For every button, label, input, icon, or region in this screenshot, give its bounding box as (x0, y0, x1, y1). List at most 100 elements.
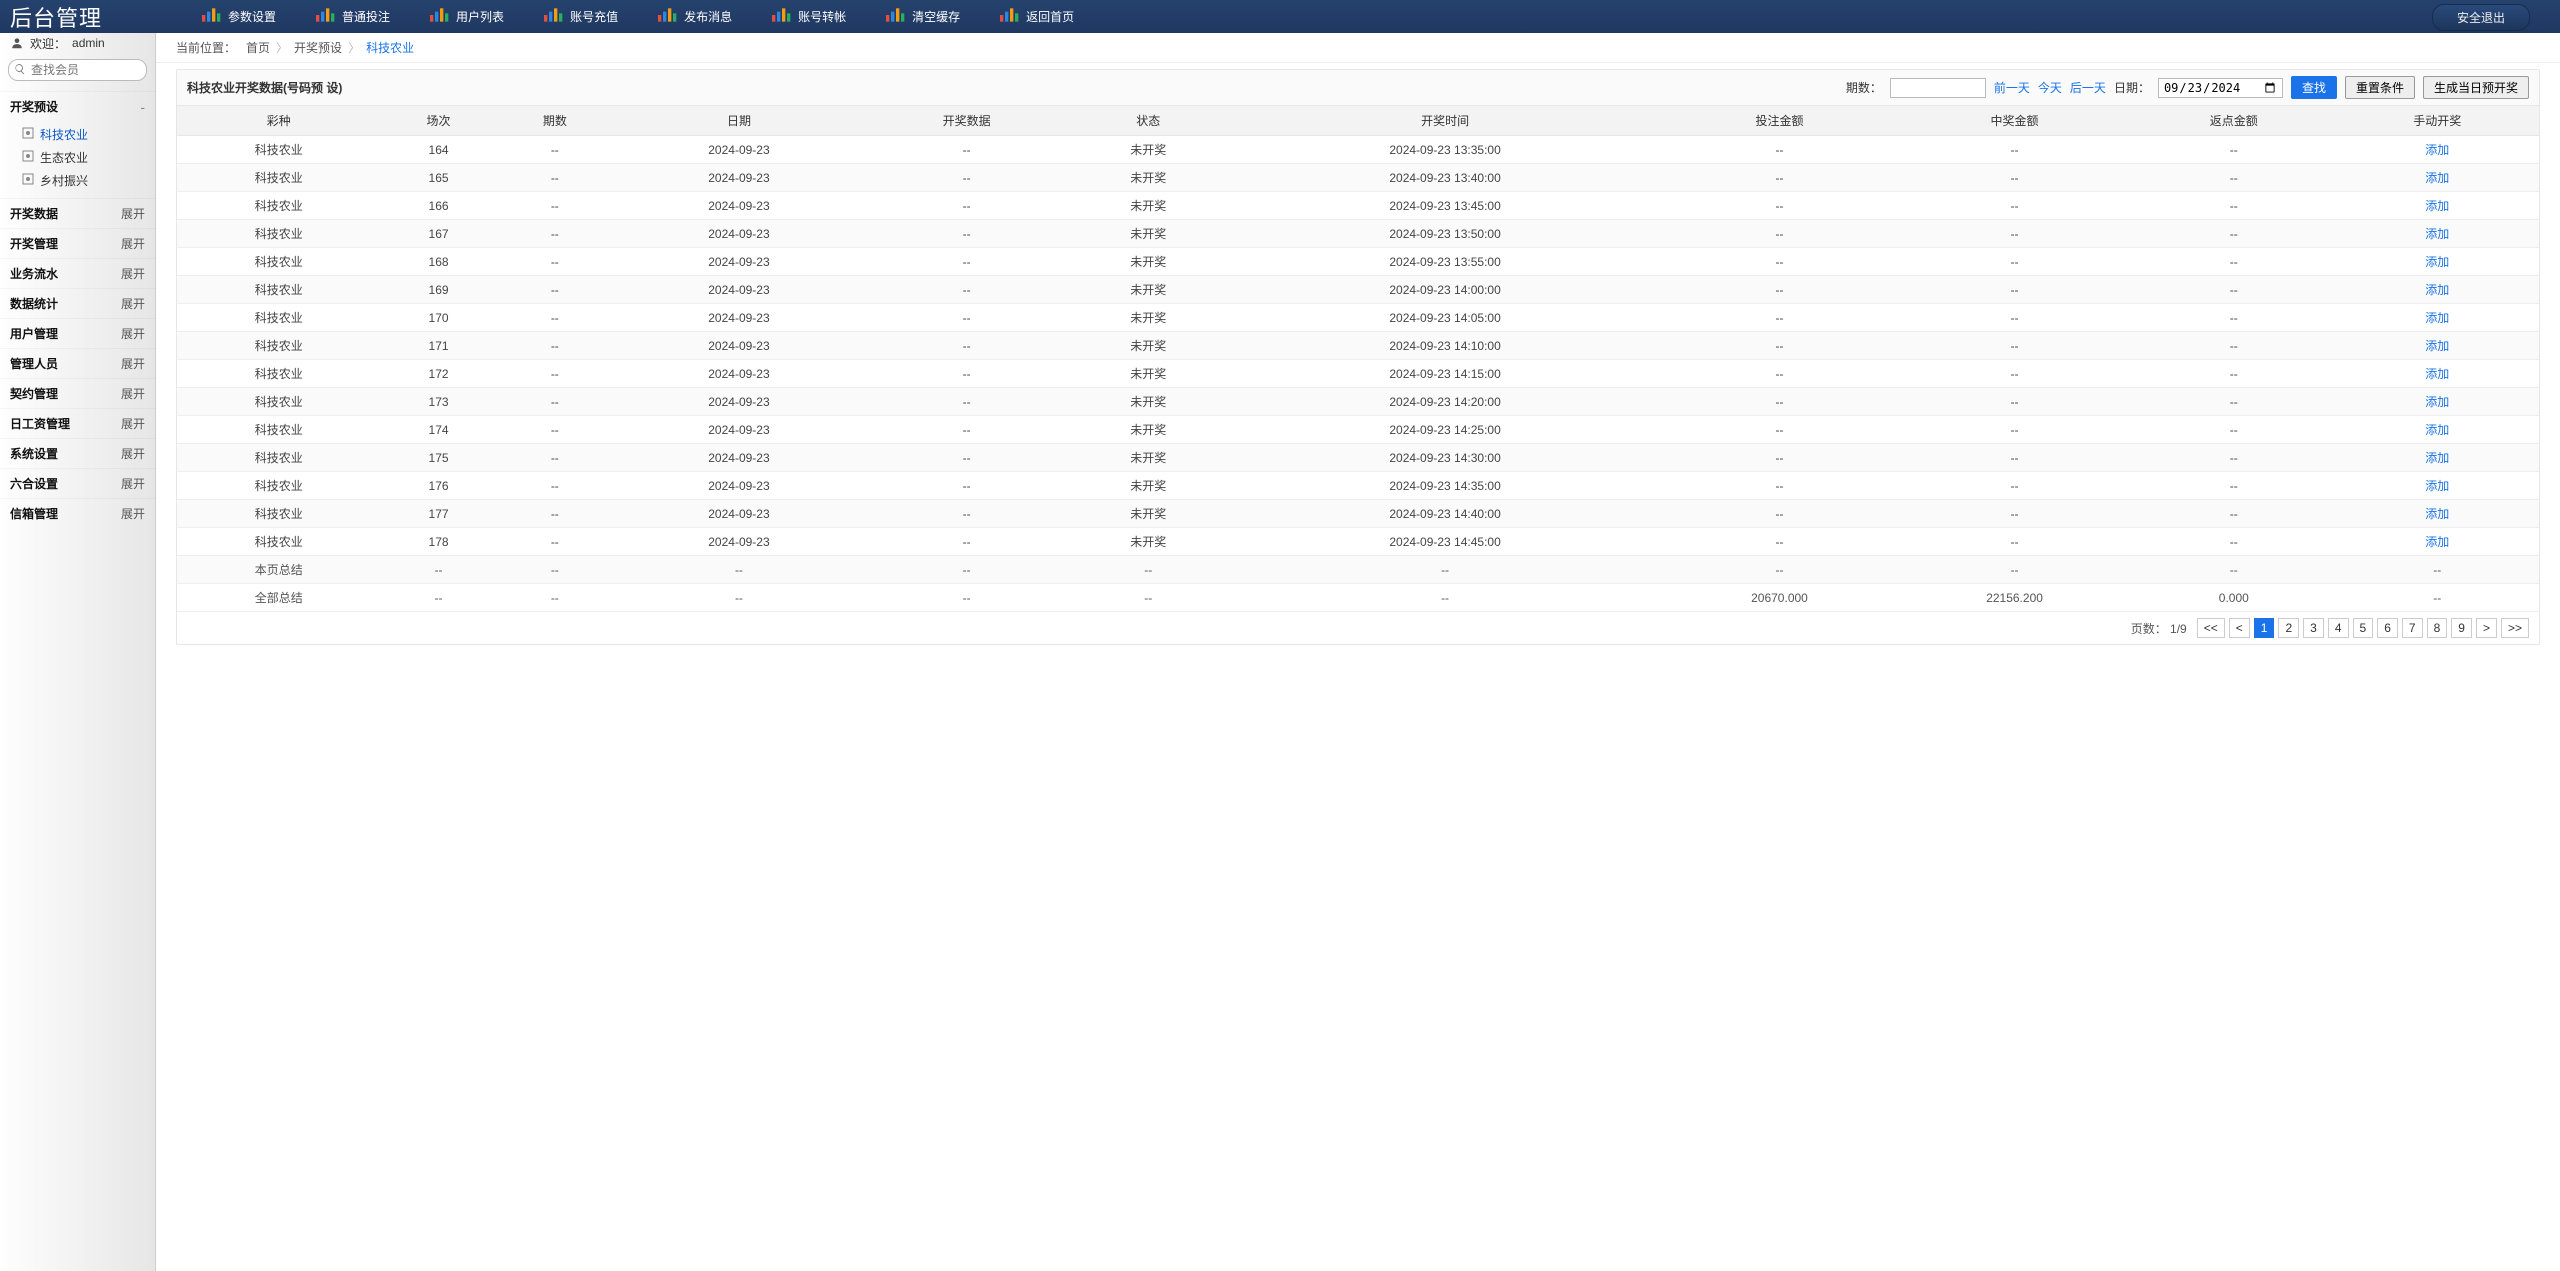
menu-group-1[interactable]: 开奖数据展开 (0, 198, 155, 228)
pager-next[interactable]: > (2476, 618, 2497, 638)
menu-group-4[interactable]: 数据统计展开 (0, 288, 155, 318)
menu-group-label: 开奖数据 (10, 205, 58, 222)
cell: 172 (380, 360, 496, 388)
cell: -- (497, 332, 613, 360)
topnav-item-0[interactable]: 参数设置 (202, 8, 276, 25)
cell: 科技农业 (177, 444, 380, 472)
pager-page-5[interactable]: 5 (2353, 618, 2374, 638)
menu-group-0[interactable]: 开奖预设- (0, 91, 155, 121)
table-row: 科技农业173--2024-09-23--未开奖2024-09-23 14:20… (177, 388, 2539, 416)
pager-page-1[interactable]: 1 (2254, 618, 2275, 638)
cell: -- (1662, 164, 1897, 192)
search-button[interactable]: 查找 (2291, 76, 2337, 99)
add-link[interactable]: 添加 (2425, 479, 2449, 493)
submenu-item-0-2[interactable]: 乡村振兴 (0, 169, 155, 192)
cell: -- (380, 556, 496, 584)
add-link[interactable]: 添加 (2425, 283, 2449, 297)
topnav-label: 清空缓存 (912, 8, 960, 25)
topnav-item-4[interactable]: 发布消息 (658, 8, 732, 25)
topnav-item-5[interactable]: 账号转帐 (772, 8, 846, 25)
table-row: 科技农业175--2024-09-23--未开奖2024-09-23 14:30… (177, 444, 2539, 472)
menu-group-5[interactable]: 用户管理展开 (0, 318, 155, 348)
submenu-label: 科技农业 (40, 126, 88, 143)
add-link[interactable]: 添加 (2425, 367, 2449, 381)
pager-last[interactable]: >> (2501, 618, 2529, 638)
pager-page-7[interactable]: 7 (2402, 618, 2423, 638)
pager-page-4[interactable]: 4 (2328, 618, 2349, 638)
col-9: 返点金额 (2132, 106, 2335, 136)
col-6: 开奖时间 (1228, 106, 1662, 136)
topnav-item-2[interactable]: 用户列表 (430, 8, 504, 25)
pager-page-6[interactable]: 6 (2377, 618, 2398, 638)
cell: -- (497, 584, 613, 612)
add-link[interactable]: 添加 (2425, 535, 2449, 549)
cell: 165 (380, 164, 496, 192)
data-panel: 科技农业开奖数据(号码预 设) 期数： 前一天 今天 后一天 日期： 查找 重置… (176, 69, 2540, 645)
add-link[interactable]: 添加 (2425, 423, 2449, 437)
menu-group-6[interactable]: 管理人员展开 (0, 348, 155, 378)
issue-input[interactable] (1890, 78, 1986, 98)
pager-page-9[interactable]: 9 (2451, 618, 2472, 638)
date-input[interactable] (2158, 78, 2283, 98)
crumb-item-1[interactable]: 开奖预设 (288, 41, 348, 55)
generate-button[interactable]: 生成当日预开奖 (2423, 76, 2529, 99)
menu-group-10[interactable]: 六合设置展开 (0, 468, 155, 498)
add-link[interactable]: 添加 (2425, 143, 2449, 157)
cell: 未开奖 (1068, 220, 1228, 248)
today-link[interactable]: 今天 (2038, 79, 2062, 96)
menu-group-11[interactable]: 信箱管理展开 (0, 498, 155, 528)
submenu-icon (22, 150, 34, 165)
menu-group-3[interactable]: 业务流水展开 (0, 258, 155, 288)
pager-first[interactable]: << (2197, 618, 2225, 638)
prev-day-link[interactable]: 前一天 (1994, 79, 2030, 96)
cell: -- (865, 164, 1068, 192)
topnav-item-3[interactable]: 账号充值 (544, 8, 618, 25)
col-5: 状态 (1068, 106, 1228, 136)
menu-group-8[interactable]: 日工资管理展开 (0, 408, 155, 438)
topnav-item-6[interactable]: 清空缓存 (886, 8, 960, 25)
add-link[interactable]: 添加 (2425, 227, 2449, 241)
pager-page-8[interactable]: 8 (2427, 618, 2448, 638)
cell: 178 (380, 528, 496, 556)
cell: 科技农业 (177, 136, 380, 164)
pager-page-3[interactable]: 3 (2303, 618, 2324, 638)
next-day-link[interactable]: 后一天 (2070, 79, 2106, 96)
cell: -- (1897, 164, 2132, 192)
submenu-item-0-1[interactable]: 生态农业 (0, 146, 155, 169)
member-search-input[interactable] (8, 59, 147, 81)
pager-prev[interactable]: < (2229, 618, 2250, 638)
add-link[interactable]: 添加 (2425, 255, 2449, 269)
cell: 2024-09-23 (613, 304, 865, 332)
cell: -- (1068, 556, 1228, 584)
panel-head: 科技农业开奖数据(号码预 设) 期数： 前一天 今天 后一天 日期： 查找 重置… (177, 70, 2539, 106)
add-link[interactable]: 添加 (2425, 199, 2449, 213)
logout-button[interactable]: 安全退出 (2432, 4, 2530, 31)
add-link[interactable]: 添加 (2425, 507, 2449, 521)
topnav-item-1[interactable]: 普通投注 (316, 8, 390, 25)
menu-group-7[interactable]: 契约管理展开 (0, 378, 155, 408)
add-link[interactable]: 添加 (2425, 171, 2449, 185)
cell: 173 (380, 388, 496, 416)
menu-group-9[interactable]: 系统设置展开 (0, 438, 155, 468)
add-link[interactable]: 添加 (2425, 451, 2449, 465)
add-link[interactable]: 添加 (2425, 395, 2449, 409)
cell: 未开奖 (1068, 388, 1228, 416)
add-link[interactable]: 添加 (2425, 339, 2449, 353)
chevron-right-icon: 〉 (276, 41, 288, 55)
pager-page-2[interactable]: 2 (2278, 618, 2299, 638)
crumb-item-0[interactable]: 首页 (240, 41, 276, 55)
cell: -- (2132, 332, 2335, 360)
cell: 科技农业 (177, 304, 380, 332)
cell: -- (865, 584, 1068, 612)
menu-group-2[interactable]: 开奖管理展开 (0, 228, 155, 258)
cell: -- (1897, 360, 2132, 388)
topnav-item-7[interactable]: 返回首页 (1000, 8, 1074, 25)
submenu-item-0-0[interactable]: 科技农业 (0, 123, 155, 146)
add-link[interactable]: 添加 (2425, 311, 2449, 325)
reset-button[interactable]: 重置条件 (2345, 76, 2415, 99)
search-icon (14, 63, 26, 75)
main-area: 当前位置： 首页〉开奖预设〉科技农业 科技农业开奖数据(号码预 设) 期数： 前… (156, 33, 2560, 1271)
sidebar-menu: 开奖预设- 科技农业生态农业乡村振兴开奖数据展开开奖管理展开业务流水展开数据统计展… (0, 91, 155, 1271)
cell: -- (1662, 192, 1897, 220)
welcome-prefix: 欢迎： (30, 35, 66, 52)
